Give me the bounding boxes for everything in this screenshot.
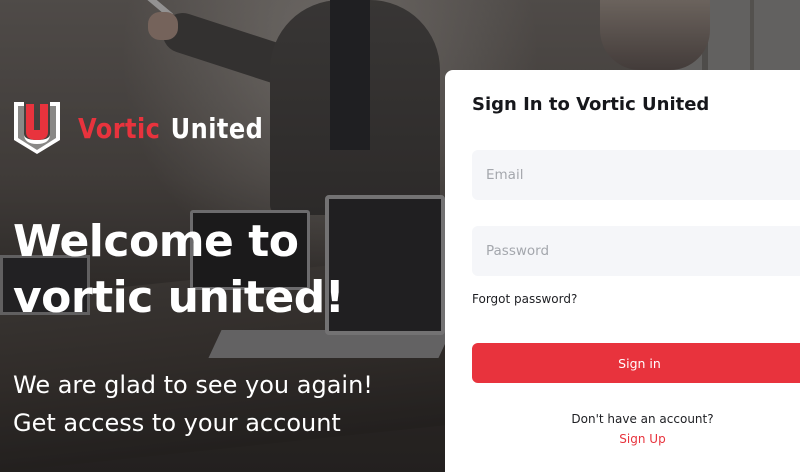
brand-name-vortic: Vortic	[78, 111, 161, 145]
welcome-headline: Welcome to vortic united!	[13, 214, 443, 326]
brand-name-united: United	[170, 111, 264, 145]
subtext-line-2: Get access to your account	[13, 409, 341, 437]
no-account-text: Don't have an account?	[571, 412, 714, 426]
brand-name: Vortic United	[78, 112, 263, 145]
welcome-subtext: We are glad to see you again! Get access…	[13, 366, 443, 442]
headline-line-1: Welcome to	[13, 216, 299, 267]
forgot-password-link[interactable]: Forgot password?	[472, 292, 577, 306]
email-field[interactable]	[472, 150, 800, 200]
subtext-line-1: We are glad to see you again!	[13, 371, 373, 399]
sign-up-link[interactable]: Sign Up	[545, 432, 740, 446]
shield-u-logo-icon	[14, 102, 60, 154]
sign-in-button-label: Sign in	[618, 355, 661, 371]
signin-card: Sign In to Vortic United Forgot password…	[445, 70, 800, 472]
sign-in-button[interactable]: Sign in	[472, 343, 800, 383]
signin-title: Sign In to Vortic United	[472, 94, 710, 115]
password-field[interactable]	[472, 226, 800, 276]
headline-line-2: vortic united!	[13, 272, 345, 323]
brand-logo: Vortic United	[12, 100, 293, 156]
